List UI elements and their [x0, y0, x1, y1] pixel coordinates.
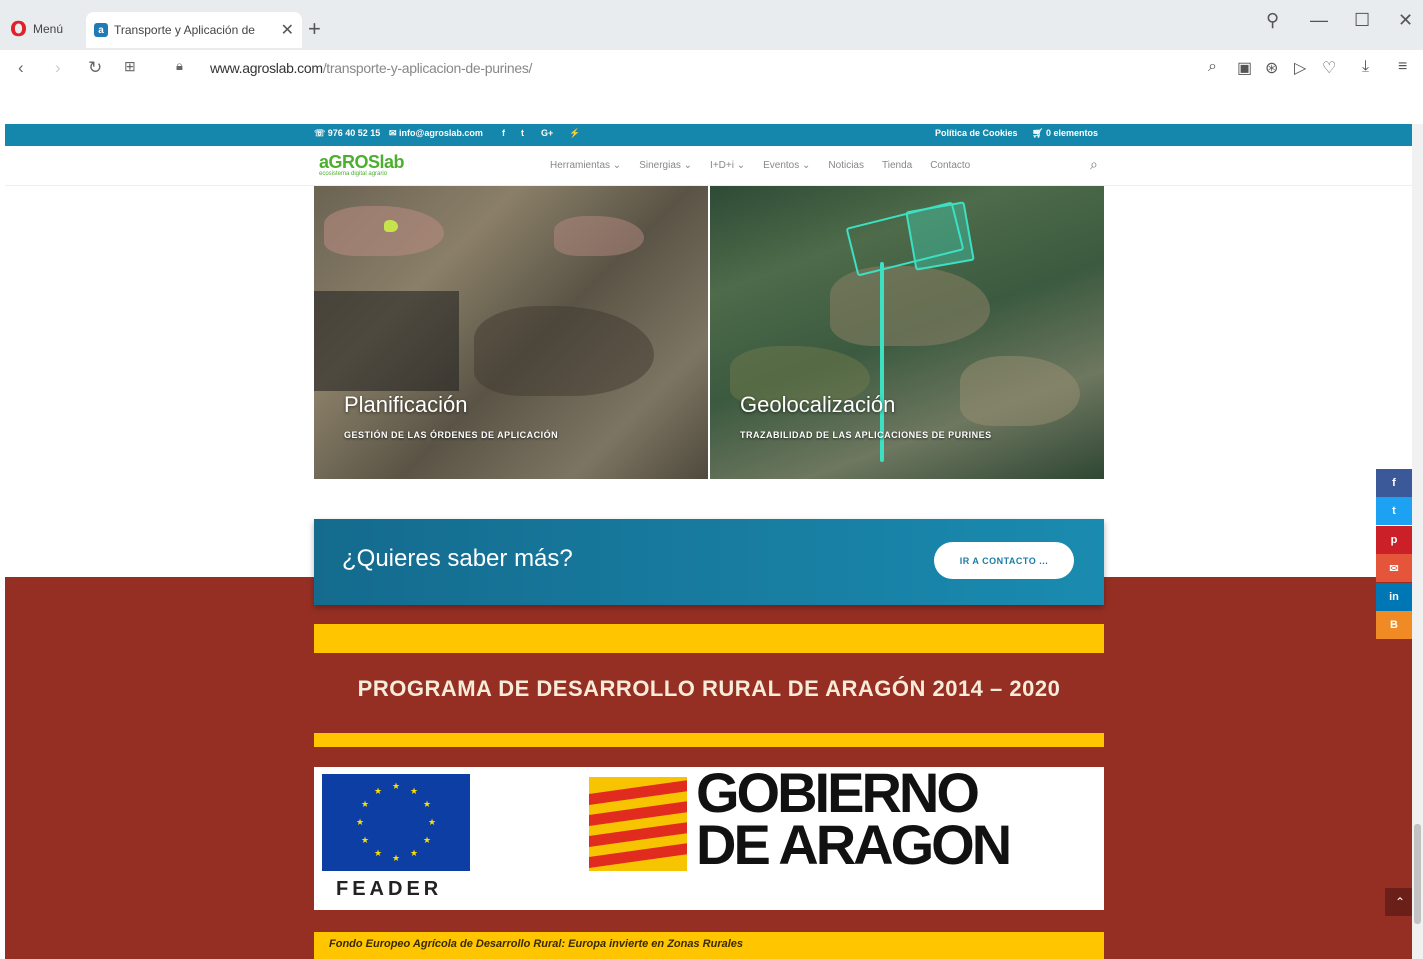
rss-icon[interactable]: ⚡ — [569, 128, 580, 139]
cta-banner: ¿Quieres saber más? IR A CONTACTO ... — [314, 519, 1104, 605]
heart-icon[interactable]: ♡ — [1322, 58, 1336, 78]
speed-dial-icon[interactable]: ⊞ — [124, 58, 136, 75]
feader-note: Fondo Europeo Agrícola de Desarrollo Rur… — [314, 932, 1104, 959]
url-path: /transporte-y-aplicacion-de-purines/ — [322, 60, 533, 76]
vpn-icon[interactable]: ⊛ — [1265, 58, 1278, 78]
share-twitter-icon[interactable]: t — [1376, 497, 1412, 525]
menu-item-contacto[interactable]: Contacto — [930, 160, 970, 171]
facebook-icon[interactable]: f — [502, 128, 505, 138]
cookies-link[interactable]: Política de Cookies — [935, 128, 1018, 138]
maximize-icon[interactable]: ☐ — [1354, 10, 1370, 31]
cta-title: ¿Quieres saber más? — [342, 545, 573, 572]
share-facebook-icon[interactable]: f — [1376, 469, 1412, 497]
opera-logo-icon: O — [10, 17, 28, 41]
address-bar: ‹ › ↻ ⊞ 🔒︎ www.agroslab.com/transporte-y… — [0, 50, 1423, 88]
site-favicon-icon: a — [94, 23, 108, 37]
gobierno-aragon-logo: GOBIERNO DE ARAGON — [696, 761, 1012, 876]
map-info-panel — [314, 291, 459, 391]
search-tabs-icon[interactable]: ⚲ — [1266, 10, 1279, 31]
google-plus-icon[interactable]: G+ — [541, 128, 553, 138]
menu-item-herramientas[interactable]: Herramientas ⌄ — [550, 160, 621, 171]
menu-item-noticias[interactable]: Noticias — [828, 160, 864, 171]
easy-setup-icon[interactable]: ≡ — [1398, 58, 1407, 76]
page-scrollbar[interactable] — [1412, 124, 1423, 959]
yellow-divider — [314, 624, 1104, 653]
snapshot-icon[interactable]: ▣ — [1237, 58, 1252, 78]
hero-left-title: Planificación — [344, 392, 468, 417]
hero-right-subtitle: TRAZABILIDAD DE LAS APLICACIONES DE PURI… — [740, 430, 992, 440]
page-viewport: ☏ 976 40 52 15 ✉ info@agroslab.com f t G… — [5, 124, 1412, 959]
reload-icon[interactable]: ↻ — [88, 58, 102, 78]
tab-transporte[interactable]: a Transporte y Aplicación de ✕ — [86, 12, 302, 48]
tab-title: Transporte y Aplicación de — [114, 23, 255, 37]
contact-button[interactable]: IR A CONTACTO ... — [934, 542, 1074, 579]
map-parcel — [554, 216, 644, 256]
url-field[interactable]: www.agroslab.com/transporte-y-aplicacion… — [210, 60, 532, 76]
menu-label: Menú — [33, 22, 64, 36]
funding-logos: ★ ★ ★ ★ ★ ★ ★ ★ ★ ★ ★ ★ FEADER GOBIERNO … — [314, 761, 1104, 910]
yellow-divider — [314, 733, 1104, 747]
share-linkedin-icon[interactable]: in — [1376, 583, 1412, 611]
menu-item-tienda[interactable]: Tienda — [882, 160, 912, 171]
close-window-icon[interactable]: ✕ — [1398, 10, 1413, 31]
site-search-icon[interactable]: ⌕ — [1090, 156, 1098, 173]
hero-right-title: Geolocalización — [740, 392, 896, 417]
browser-chrome: O Menú a Transporte y Aplicación de ✕ + … — [0, 0, 1423, 124]
phone-link[interactable]: ☏ 976 40 52 15 — [314, 128, 380, 139]
tab-bar: O Menú a Transporte y Aplicación de ✕ + … — [0, 0, 1423, 50]
field-outline — [905, 201, 975, 271]
menu-item-idi[interactable]: I+D+i ⌄ — [710, 160, 745, 171]
eu-flag-icon: ★ ★ ★ ★ ★ ★ ★ ★ ★ ★ ★ ★ — [322, 774, 470, 871]
email-link[interactable]: ✉ info@agroslab.com — [389, 128, 483, 139]
forward-icon[interactable]: › — [55, 58, 61, 78]
cart-link[interactable]: 🛒︎ 0 elementos — [1032, 128, 1098, 139]
scrollbar-thumb[interactable] — [1414, 824, 1421, 924]
aragon-flag-icon — [589, 777, 687, 871]
map-terrain — [474, 306, 654, 396]
find-icon[interactable]: ⌕ — [1208, 58, 1217, 76]
share-pinterest-icon[interactable]: p — [1376, 526, 1412, 554]
map-field — [960, 356, 1080, 426]
hero-left-subtitle: GESTIÓN DE LAS ÓRDENES DE APLICACIÓN — [344, 430, 559, 440]
player-icon[interactable]: ▷ — [1294, 58, 1306, 78]
site-header: aGROSlab ecosistema digital agrario Herr… — [5, 146, 1412, 186]
back-icon[interactable]: ‹ — [18, 58, 24, 78]
share-blogger-icon[interactable]: B — [1376, 611, 1412, 639]
map-marker — [384, 220, 398, 232]
map-parcel — [324, 206, 444, 256]
download-icon[interactable]: ⤓ — [1362, 58, 1369, 76]
hero-geolocalizacion[interactable]: Geolocalización TRAZABILIDAD DE LAS APLI… — [710, 186, 1104, 479]
twitter-icon[interactable]: t — [521, 128, 524, 138]
lock-icon: 🔒︎ — [176, 58, 183, 73]
opera-menu-button[interactable]: O Menú — [10, 14, 63, 44]
main-menu: Herramientas ⌄ Sinergias ⌄ I+D+i ⌄ Event… — [550, 160, 970, 171]
minimize-icon[interactable]: — — [1310, 10, 1328, 31]
hero-planificacion[interactable]: Planificación GESTIÓN DE LAS ÓRDENES DE … — [314, 186, 708, 479]
new-tab-icon[interactable]: + — [308, 16, 321, 42]
menu-item-sinergias[interactable]: Sinergias ⌄ — [639, 160, 692, 171]
close-tab-icon[interactable]: ✕ — [281, 20, 294, 40]
url-domain: www.agroslab.com — [210, 60, 323, 76]
site-topbar: ☏ 976 40 52 15 ✉ info@agroslab.com f t G… — [5, 124, 1412, 146]
scroll-to-top-icon[interactable]: ⌃ — [1385, 888, 1412, 916]
feader-label: FEADER — [336, 878, 443, 900]
menu-item-eventos[interactable]: Eventos ⌄ — [763, 160, 810, 171]
program-title: PROGRAMA DE DESARROLLO RURAL DE ARAGÓN 2… — [357, 676, 1061, 701]
map-field — [830, 266, 990, 346]
site-logo[interactable]: aGROSlab ecosistema digital agrario — [319, 152, 405, 177]
share-email-icon[interactable]: ✉ — [1376, 554, 1412, 582]
